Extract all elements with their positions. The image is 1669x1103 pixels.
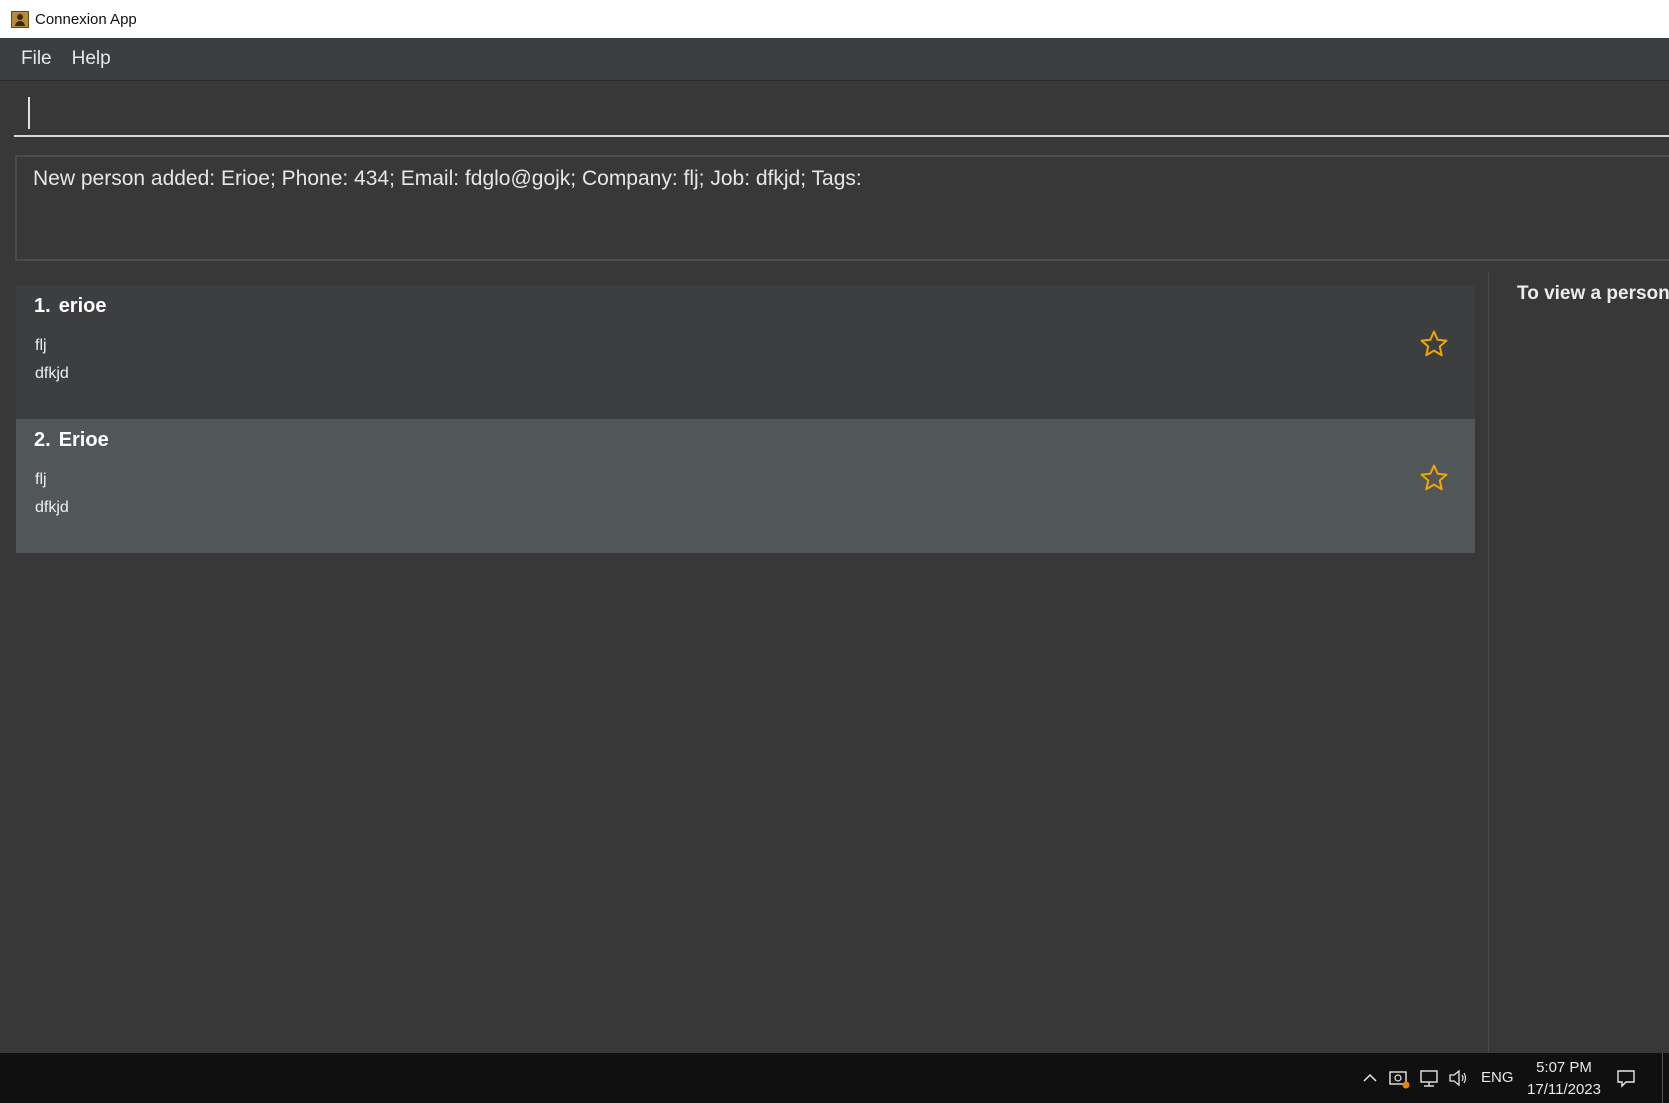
person-index: 2. <box>34 429 51 451</box>
clock-time: 5:07 PM <box>1536 1059 1592 1076</box>
person-card[interactable]: 1. erioe flj dfkjd <box>16 285 1475 419</box>
star-outline-icon[interactable] <box>1419 463 1449 493</box>
notifications-icon[interactable] <box>1615 1067 1637 1089</box>
menu-help[interactable]: Help <box>62 48 121 70</box>
command-input[interactable] <box>14 87 1669 137</box>
result-message: New person added: Erioe; Phone: 434; Ema… <box>33 167 862 190</box>
title-bar: Connexion App <box>0 0 1669 39</box>
meet-now-icon[interactable] <box>1388 1067 1410 1089</box>
person-job: dfkjd <box>35 499 69 516</box>
person-name-text: erioe <box>58 295 107 317</box>
person-name-text: Erioe <box>58 429 109 451</box>
person-name: 2. Erioe <box>34 429 109 452</box>
person-company: flj <box>35 471 47 488</box>
person-company: flj <box>35 337 47 354</box>
language-indicator[interactable]: ENG <box>1481 1069 1514 1086</box>
volume-icon[interactable] <box>1447 1067 1469 1089</box>
app-icon <box>11 10 29 28</box>
person-detail-panel: To view a person <box>1489 271 1669 1053</box>
show-desktop-button[interactable] <box>1662 1053 1663 1103</box>
clock-date: 17/11/2023 <box>1527 1081 1601 1098</box>
clock[interactable]: 5:07 PM 17/11/2023 <box>1523 1057 1605 1101</box>
person-card-selected[interactable]: 2. Erioe flj dfkjd <box>16 419 1475 553</box>
person-list-panel[interactable]: 1. erioe flj dfkjd 2. Erioe flj dfkjd <box>0 271 1489 1053</box>
menu-bar: File Help <box>0 38 1669 81</box>
person-name: 1. erioe <box>34 295 107 318</box>
taskbar: ENG 5:07 PM 17/11/2023 <box>0 1053 1669 1103</box>
menu-file[interactable]: File <box>11 48 62 70</box>
command-box <box>0 81 1669 141</box>
window-title: Connexion App <box>35 10 137 28</box>
chevron-up-icon[interactable] <box>1359 1067 1381 1089</box>
text-caret <box>28 97 30 129</box>
person-index: 1. <box>34 295 51 317</box>
star-outline-icon[interactable] <box>1419 329 1449 359</box>
result-display: New person added: Erioe; Phone: 434; Ema… <box>15 155 1669 261</box>
detail-hint: To view a person <box>1517 283 1669 304</box>
network-icon[interactable] <box>1418 1067 1440 1089</box>
person-job: dfkjd <box>35 365 69 382</box>
